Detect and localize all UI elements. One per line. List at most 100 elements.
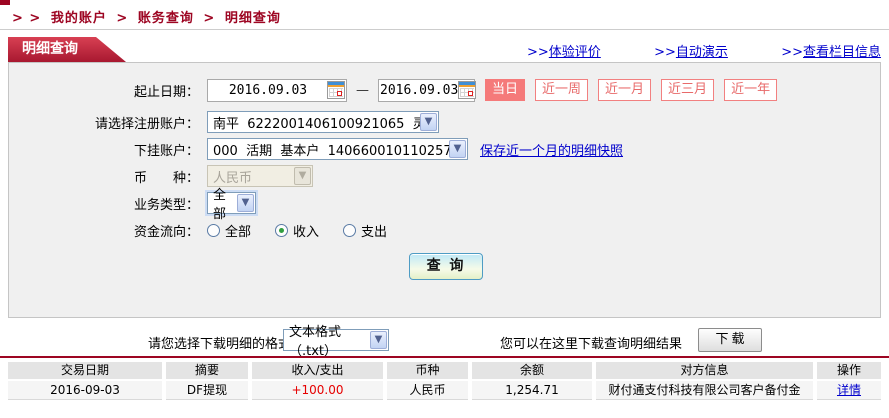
- table-top-separator: [0, 356, 889, 358]
- chevron-down-icon[interactable]: ▼: [370, 331, 387, 349]
- transactions-table: 交易日期 摘要 收入/支出 币种 余额 对方信息 操作 2016-09-03 D…: [8, 362, 881, 402]
- sub-account-label: 下挂账户：: [9, 140, 199, 159]
- business-type-controls: 全部 ▼: [207, 192, 256, 214]
- calendar-icon[interactable]: [458, 81, 476, 99]
- quick-range-year-button[interactable]: 近一年: [724, 79, 777, 101]
- currency-label: 币 种：: [9, 167, 199, 186]
- breadcrumb: > > 我的账户 > 账务查询 > 明细查询: [12, 7, 285, 26]
- corner-accent-mark: [0, 0, 10, 5]
- business-type-row: 业务类型： 全部 ▼: [9, 191, 880, 215]
- query-button-row: 查 询: [9, 254, 880, 278]
- business-type-label: 业务类型：: [9, 194, 199, 213]
- registered-account-select[interactable]: 南平 6222001406100921065 灵通卡 ▼: [207, 111, 439, 133]
- calendar-icon-bar: [328, 85, 344, 87]
- breadcrumb-item-account-query[interactable]: 账务查询: [138, 11, 194, 26]
- table-row: 2016-09-03 DF提现 +100.00 人民币 1,254.71 财付通…: [8, 381, 881, 400]
- radio-icon[interactable]: [343, 224, 356, 237]
- table-header-cell: 对方信息: [596, 362, 813, 379]
- breadcrumb-item-my-account[interactable]: 我的账户: [51, 11, 107, 26]
- quick-range-week-button[interactable]: 近一周: [535, 79, 588, 101]
- link-prefix: >>: [654, 45, 676, 60]
- date-to-input[interactable]: 2016.09.03: [378, 79, 475, 102]
- divider-line: [0, 29, 889, 30]
- radio-icon[interactable]: [207, 224, 220, 237]
- date-range-row: 起止日期： 2016.09.03 — 2016.09.03 当日 近一周 近一月…: [9, 78, 880, 102]
- sub-account-value: 000 活期 基本户 1406600101102571848: [208, 140, 449, 159]
- sub-account-controls: 000 活期 基本户 1406600101102571848 ▼ 保存近一个月的…: [207, 138, 623, 160]
- download-format-label: 请您选择下载明细的格式: [148, 333, 291, 352]
- cell-transaction-date: 2016-09-03: [8, 381, 162, 400]
- calendar-icon[interactable]: [327, 81, 345, 99]
- chevron-down-icon[interactable]: ▼: [237, 194, 254, 212]
- quick-range-today-button[interactable]: 当日: [485, 79, 525, 101]
- download-format-value: 文本格式（.txt）: [284, 321, 370, 359]
- chevron-down-icon: ▼: [294, 167, 311, 185]
- fund-flow-option-income[interactable]: 收入: [275, 221, 319, 240]
- query-button[interactable]: 查 询: [409, 253, 483, 280]
- table-header-row: 交易日期 摘要 收入/支出 币种 余额 对方信息 操作: [8, 362, 881, 379]
- sub-account-row: 下挂账户： 000 活期 基本户 1406600101102571848 ▼ 保…: [9, 137, 880, 161]
- currency-row: 币 种： 人民币 ▼: [9, 164, 880, 188]
- breadcrumb-item-detail-query[interactable]: 明细查询: [225, 11, 281, 26]
- header-links: >>体验评价 >>自动演示 >>查看栏目信息: [527, 41, 881, 60]
- download-button[interactable]: 下载: [698, 328, 762, 352]
- tab-detail-query[interactable]: 明细查询: [8, 37, 126, 62]
- cell-currency: 人民币: [387, 381, 468, 400]
- table-header-cell: 收入/支出: [252, 362, 383, 379]
- fund-flow-options: 全部 收入 支出: [207, 221, 411, 240]
- calendar-icon-day-mark: [337, 91, 342, 96]
- fund-flow-option-all[interactable]: 全部: [207, 221, 251, 240]
- breadcrumb-separator: >: [203, 11, 215, 26]
- business-type-select[interactable]: 全部 ▼: [207, 192, 256, 214]
- query-form-panel: 起止日期： 2016.09.03 — 2016.09.03 当日 近一周 近一月…: [8, 62, 881, 318]
- calendar-icon-bar: [459, 85, 475, 87]
- fund-flow-label: 资金流向：: [9, 221, 199, 240]
- link-label: 体验评价: [549, 45, 601, 60]
- cell-counterparty: 财付通支付科技有限公司客户备付金: [596, 381, 813, 400]
- radio-label: 支出: [361, 221, 387, 240]
- link-view-column-info[interactable]: >>查看栏目信息: [781, 41, 881, 60]
- download-format-select[interactable]: 文本格式（.txt） ▼: [283, 329, 389, 351]
- save-snapshot-link[interactable]: 保存近一个月的明细快照: [480, 140, 623, 159]
- date-range-label: 起止日期：: [9, 81, 199, 100]
- radio-checked-icon[interactable]: [275, 224, 288, 237]
- link-prefix: >>: [527, 45, 549, 60]
- date-to-value: 2016.09.03: [380, 83, 458, 98]
- breadcrumb-separator: >: [116, 11, 128, 26]
- registered-account-value: 南平 6222001406100921065 灵通卡: [208, 113, 420, 132]
- date-from-input[interactable]: 2016.09.03: [207, 79, 347, 102]
- table-header-cell: 摘要: [166, 362, 248, 379]
- fund-flow-row: 资金流向： 全部 收入 支出: [9, 218, 880, 242]
- download-hint: 您可以在这里下载查询明细结果: [500, 333, 682, 352]
- registered-account-row: 请选择注册账户： 南平 6222001406100921065 灵通卡 ▼: [9, 110, 880, 134]
- breadcrumb-prefix: > >: [12, 11, 41, 26]
- registered-account-controls: 南平 6222001406100921065 灵通卡 ▼: [207, 111, 439, 133]
- quick-range-month-button[interactable]: 近一月: [598, 79, 651, 101]
- chevron-down-icon[interactable]: ▼: [449, 140, 466, 158]
- cell-balance: 1,254.71: [472, 381, 592, 400]
- table-header-cell: 交易日期: [8, 362, 162, 379]
- fund-flow-option-expense[interactable]: 支出: [343, 221, 387, 240]
- chevron-down-icon[interactable]: ▼: [420, 113, 437, 131]
- radio-label: 收入: [293, 221, 319, 240]
- quick-range-3months-button[interactable]: 近三月: [661, 79, 714, 101]
- cell-action: 详情: [817, 381, 881, 400]
- link-auto-demo[interactable]: >>自动演示: [654, 41, 728, 60]
- link-label: 自动演示: [676, 45, 728, 60]
- table-header-cell: 币种: [387, 362, 468, 379]
- table-header-cell: 操作: [817, 362, 881, 379]
- detail-query-page: > > 我的账户 > 账务查询 > 明细查询 明细查询 >>体验评价 >>自动演…: [0, 0, 889, 418]
- table-header-cell: 余额: [472, 362, 592, 379]
- detail-link[interactable]: 详情: [837, 383, 861, 397]
- calendar-icon-day-mark: [468, 91, 473, 96]
- date-from-value: 2016.09.03: [209, 83, 327, 98]
- date-range-controls: 2016.09.03 — 2016.09.03 当日 近一周 近一月 近三月 近…: [207, 79, 777, 102]
- registered-account-label: 请选择注册账户：: [9, 113, 199, 132]
- sub-account-select[interactable]: 000 活期 基本户 1406600101102571848 ▼: [207, 138, 468, 160]
- link-experience-feedback[interactable]: >>体验评价: [527, 41, 601, 60]
- cell-summary: DF提现: [166, 381, 248, 400]
- currency-value: 人民币: [208, 167, 294, 186]
- cell-amount: +100.00: [252, 381, 383, 400]
- link-prefix: >>: [781, 45, 803, 60]
- business-type-value: 全部: [208, 184, 237, 222]
